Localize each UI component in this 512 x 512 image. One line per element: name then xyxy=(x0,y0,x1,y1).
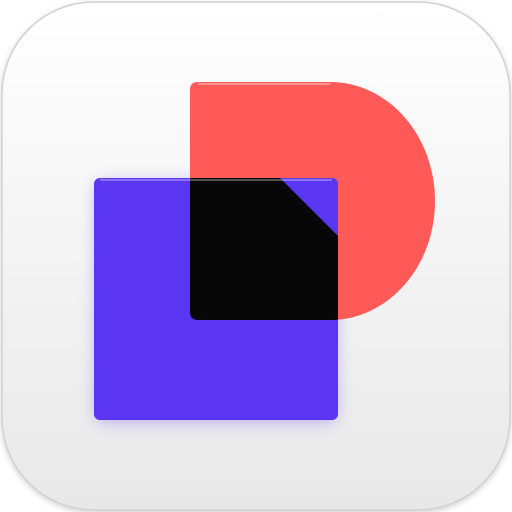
app-icon-canvas xyxy=(0,0,512,512)
documents-overlap-icon[interactable] xyxy=(0,0,512,512)
